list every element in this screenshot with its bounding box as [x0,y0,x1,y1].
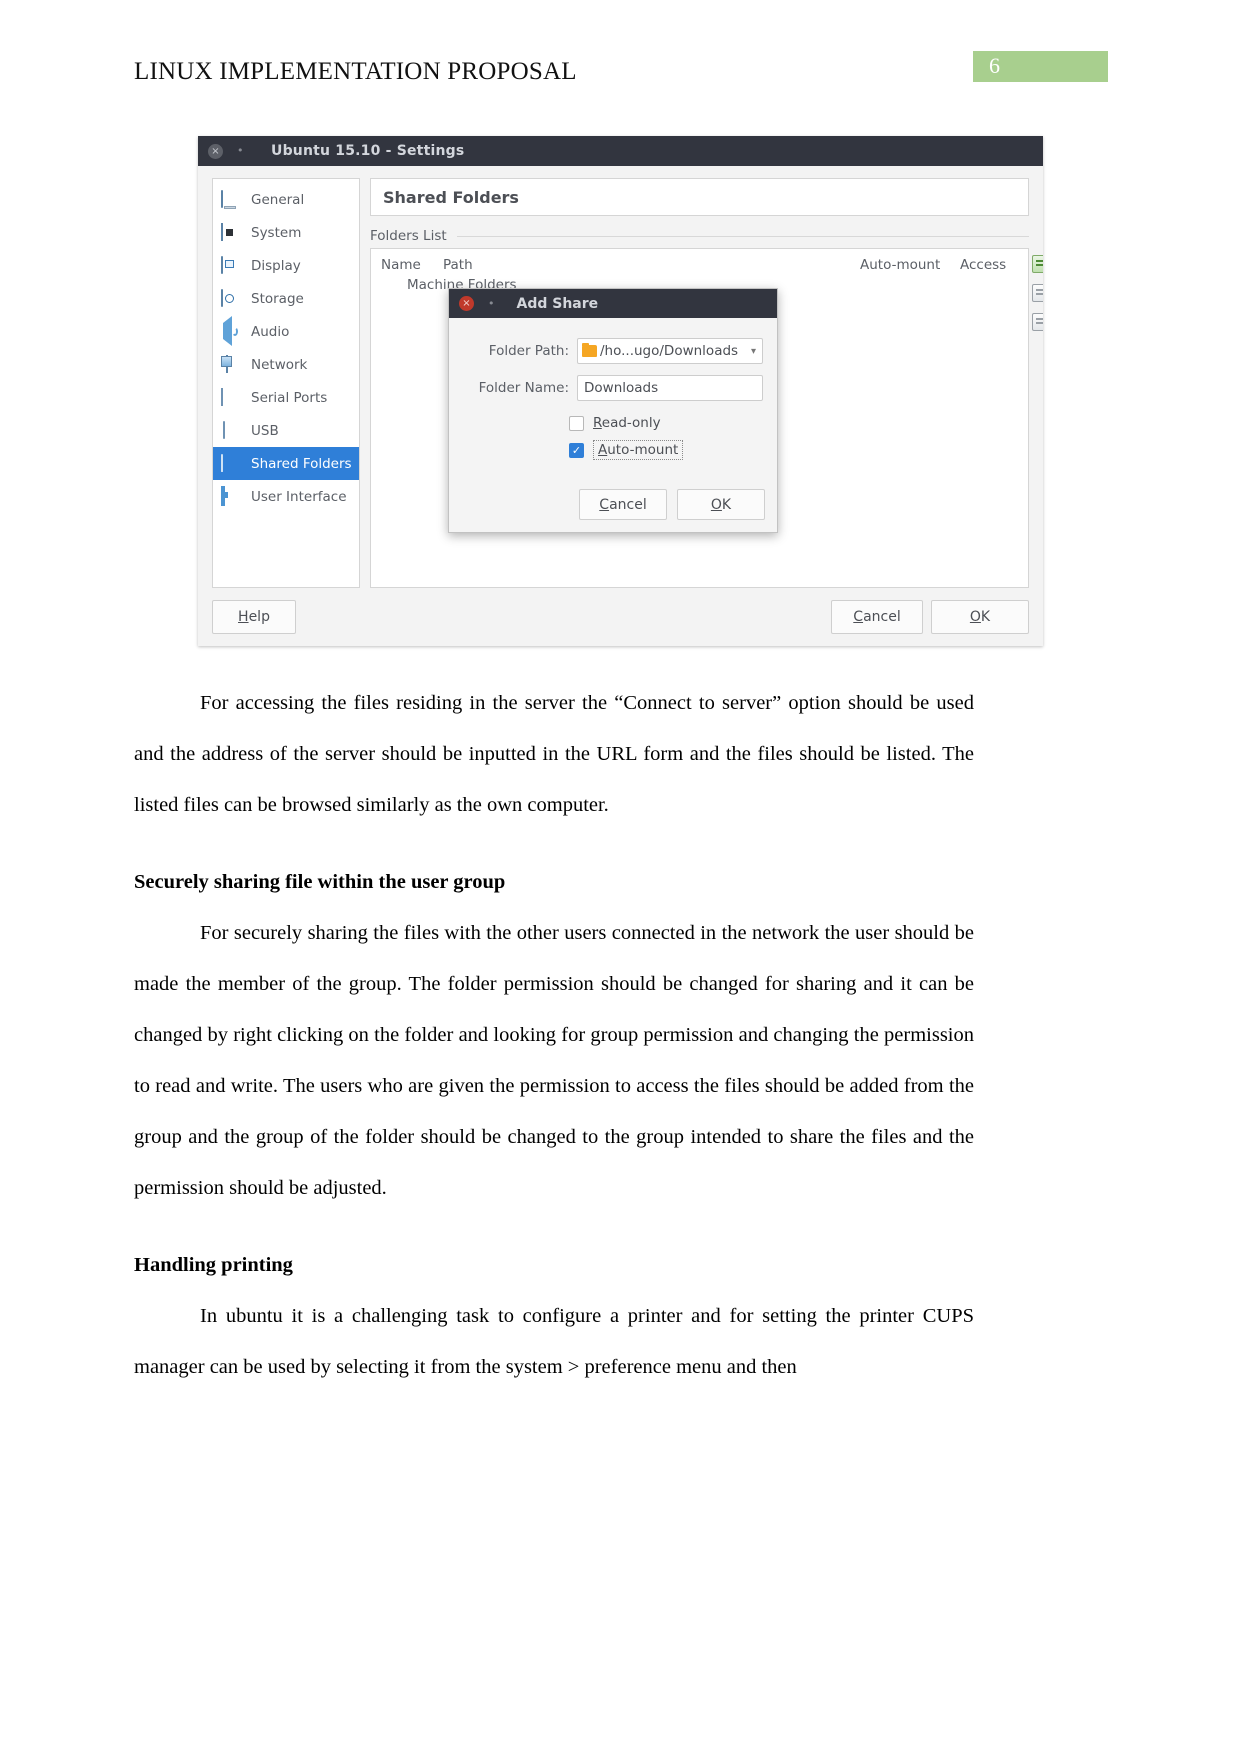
add-shared-folder-icon[interactable] [1032,255,1043,273]
sidebar-item-user-interface[interactable]: User Interface [213,480,359,513]
network-icon [221,354,241,374]
sidebar-item-label: USB [251,422,279,439]
window-titlebar: × • Ubuntu 15.10 - Settings [198,136,1043,166]
paragraph-1: For accessing the files residing in the … [134,692,974,816]
sidebar-item-display[interactable]: Display [213,249,359,282]
sidebar-item-label: Audio [251,323,290,340]
dialog-titlebar: × • Add Share [449,289,777,318]
sidebar-item-system[interactable]: System [213,216,359,249]
window-button-bar: Help Cancel OK [212,600,1029,634]
folder-name-input[interactable]: Downloads [577,375,763,401]
sidebar-item-audio[interactable]: Audio [213,315,359,348]
sidebar-item-label: Storage [251,290,304,307]
column-header-auto-mount[interactable]: Auto-mount [860,257,960,273]
paragraph-3: In ubuntu it is a challenging task to co… [134,1305,974,1378]
dialog-title: Add Share [516,295,599,312]
group-divider [456,235,1029,237]
dialog-close-icon[interactable]: × [459,296,474,311]
disk-icon [221,288,241,308]
page-number: 6 [989,53,1000,78]
folder-path-label: Folder Path: [488,343,569,359]
sidebar-item-serial-ports[interactable]: Serial Ports [213,381,359,414]
dialog-cancel-button[interactable]: Cancel [579,489,667,520]
sidebar-item-usb[interactable]: USB [213,414,359,447]
user-interface-icon [221,485,241,506]
serial-port-icon [221,387,241,407]
auto-mount-label: Auto-mount [593,440,684,460]
folder-path-value: /ho...ugo/Downloads [600,343,739,359]
monitor-icon [221,189,241,209]
sidebar-item-shared-folders[interactable]: Shared Folders [213,447,359,480]
page-number-badge: 6 [973,51,1108,82]
chip-icon [221,222,241,242]
edit-shared-folder-icon[interactable] [1032,284,1043,302]
column-header-path[interactable]: Path [443,257,860,273]
chevron-down-icon[interactable]: ▾ [751,346,758,357]
auto-mount-checkbox-row[interactable]: ✓ Auto-mount [449,440,777,460]
running-head: LINUX IMPLEMENTATION PROPOSAL [134,58,577,85]
paragraph-2: For securely sharing the files with the … [134,922,974,1199]
add-share-dialog: × • Add Share Folder Path: /ho...ugo/Dow… [448,288,778,533]
heading-securely-sharing: Securely sharing file within the user gr… [134,871,506,893]
document-header: LINUX IMPLEMENTATION PROPOSAL 6 [134,51,1108,92]
dialog-button-bar: Cancel OK [569,489,765,520]
column-header-name[interactable]: Name [381,257,443,273]
display-icon [221,255,241,275]
folder-icon [582,343,597,357]
sidebar-item-label: System [251,224,302,241]
window-minimize-icon[interactable]: • [237,145,249,157]
virtualbox-settings-screenshot: × • Ubuntu 15.10 - Settings General Syst… [198,136,1043,646]
sidebar-item-network[interactable]: Network [213,348,359,381]
usb-icon [221,420,241,440]
read-only-checkbox-row[interactable]: Read-only [449,415,777,431]
column-header-access[interactable]: Access [960,257,1018,273]
auto-mount-checkbox[interactable]: ✓ [569,442,584,458]
ok-button[interactable]: OK [931,600,1029,634]
folder-icon [221,453,241,473]
dialog-ok-button[interactable]: OK [677,489,765,520]
folders-toolbar [1032,255,1043,342]
window-close-icon[interactable]: × [208,143,223,159]
folder-path-row: Folder Path: /ho...ugo/Downloads ▾ [449,338,777,364]
dialog-minimize-icon[interactable]: • [488,297,495,310]
read-only-label: Read-only [593,415,661,431]
pane-title: Shared Folders [370,178,1029,216]
sidebar-item-label: Network [251,356,308,373]
read-only-checkbox[interactable] [569,415,584,431]
folder-path-combo[interactable]: /ho...ugo/Downloads ▾ [577,338,763,364]
help-button-label-rest: elp [248,609,270,625]
folder-name-row: Folder Name: Downloads [449,375,777,401]
folder-name-value: Downloads [584,380,659,396]
sidebar-item-label: User Interface [251,488,347,505]
cancel-button[interactable]: Cancel [831,600,923,634]
folder-name-label: Folder Name: [478,380,569,396]
folders-list-group-label: Folders List [370,228,1029,244]
sidebar-item-label: Shared Folders [251,455,352,472]
heading-handling-printing: Handling printing [134,1254,293,1276]
window-title: Ubuntu 15.10 - Settings [271,143,465,159]
settings-sidebar: General System Display Storage Audio Net [212,178,360,588]
window-body: General System Display Storage Audio Net [198,166,1043,646]
sidebar-item-label: General [251,191,305,208]
sidebar-item-label: Serial Ports [251,389,328,406]
speaker-icon [221,315,241,346]
sidebar-item-general[interactable]: General [213,183,359,216]
sidebar-item-storage[interactable]: Storage [213,282,359,315]
remove-shared-folder-icon[interactable] [1032,313,1043,331]
group-label-text: Folders List [370,228,447,244]
document-body: For accessing the files residing in the … [134,678,974,1393]
sidebar-item-label: Display [251,257,301,274]
table-header-row: Name Path Auto-mount Access [371,249,1028,273]
help-button[interactable]: Help [212,600,296,634]
